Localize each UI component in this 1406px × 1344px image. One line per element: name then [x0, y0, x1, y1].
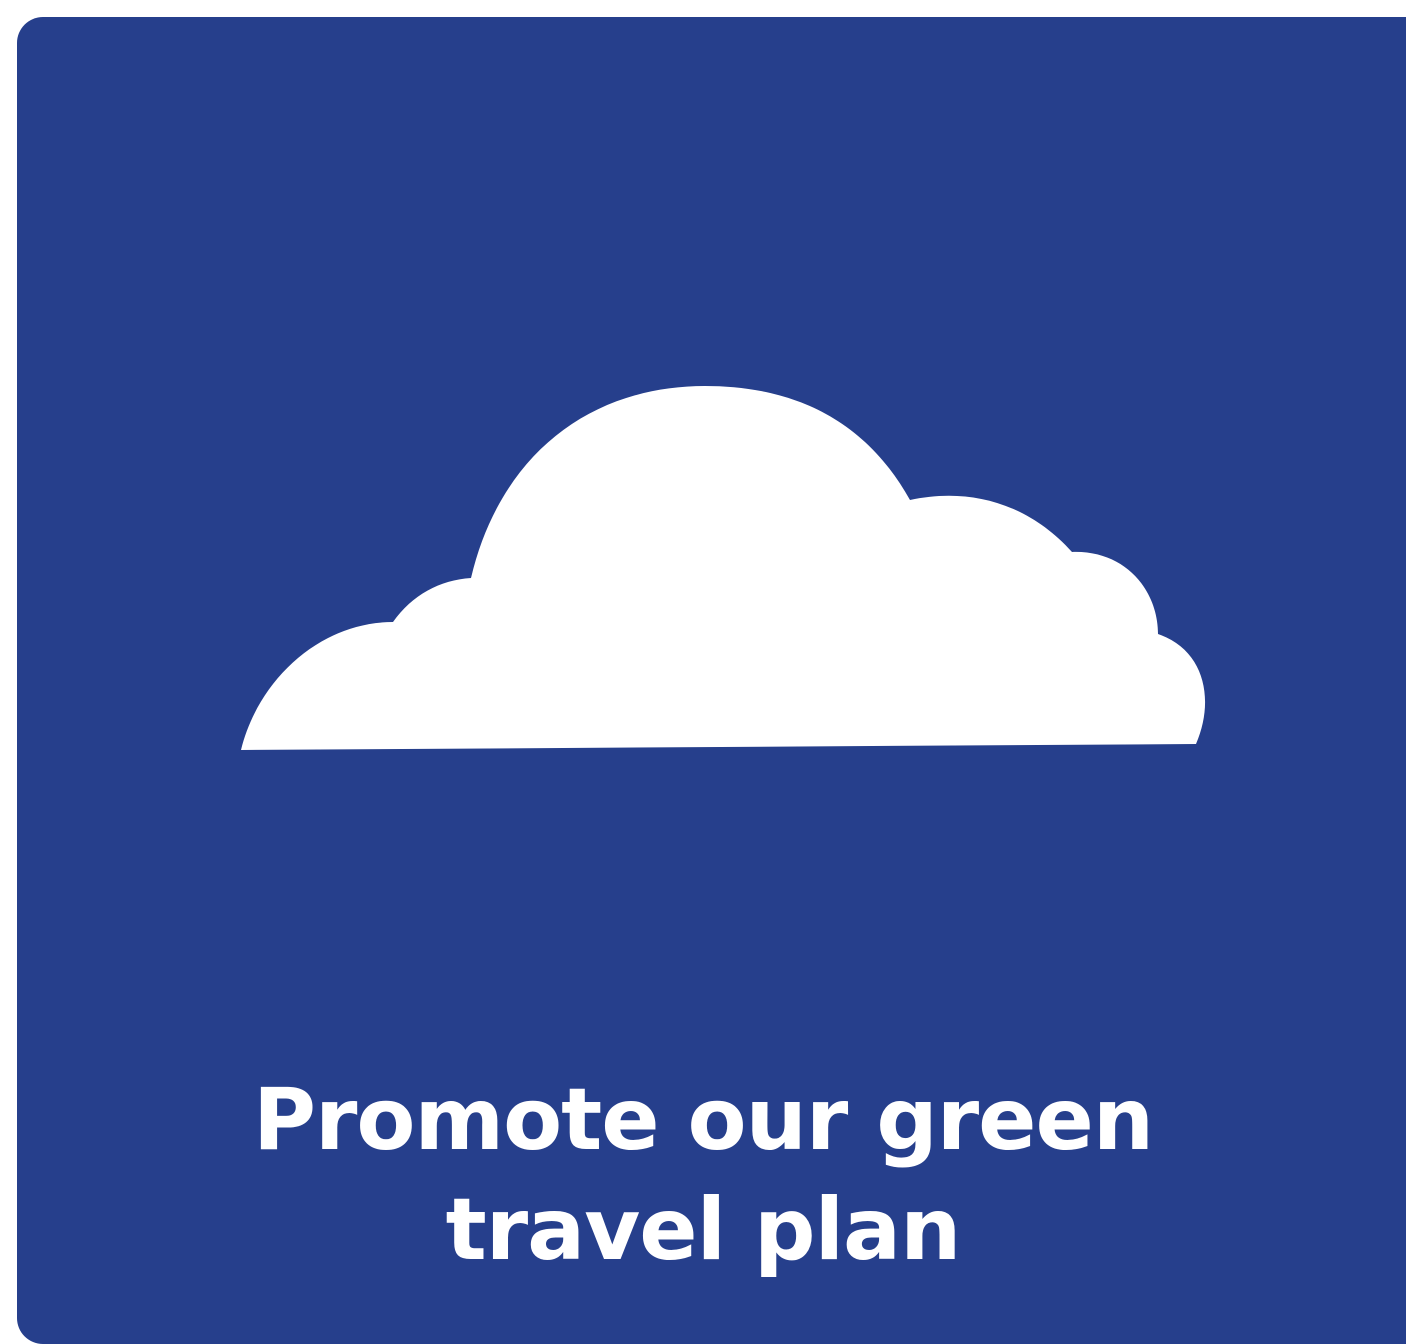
tile-caption: Promote our green travel plan [17, 1065, 1406, 1285]
green-travel-tile[interactable]: Promote our green travel plan [17, 17, 1406, 1344]
caption-line-1: Promote our green [252, 1070, 1154, 1170]
caption-line-2: travel plan [445, 1180, 962, 1280]
